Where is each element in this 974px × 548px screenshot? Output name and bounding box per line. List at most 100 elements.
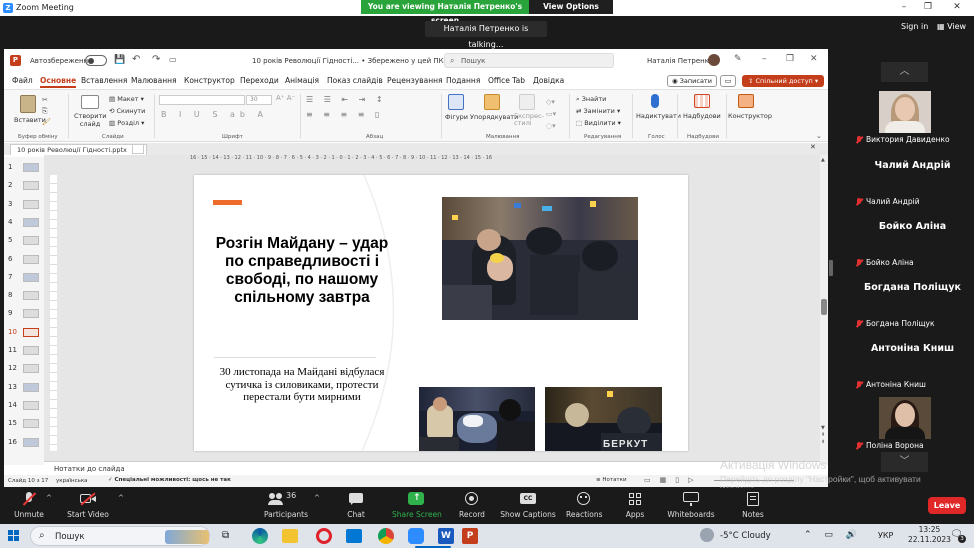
search-box[interactable]: ⌕ Пошук [444, 53, 614, 68]
new-slide-label[interactable]: Створити слайд [74, 112, 107, 128]
close-icon[interactable]: ✕ [810, 54, 818, 64]
section-button[interactable]: ▥ Розділ ▾ [109, 119, 144, 127]
participant-tile[interactable]: Чалий Андрій Чалий Андрій [851, 150, 974, 208]
slide-thumbnail[interactable]: 4 [6, 216, 42, 230]
zoom-taskbar-icon[interactable] [408, 528, 424, 544]
maximize-icon[interactable]: ❐ [921, 2, 935, 14]
user-avatar[interactable] [708, 54, 720, 66]
system-tray-icons[interactable]: ⌃ ▭ 🔊 [804, 530, 862, 540]
view-mode-icons[interactable]: ▭▦▯▷ [644, 476, 702, 484]
tab-office-tab[interactable]: Office Tab [488, 76, 525, 85]
designer-icon[interactable] [738, 94, 754, 108]
whiteboards-button[interactable]: Whiteboards [666, 490, 716, 519]
arrange-label[interactable]: Упорядкувати [470, 113, 518, 121]
document-tab[interactable]: 10 років Революції Гідності.pptx ✕ [10, 144, 148, 155]
grow-font-icon[interactable]: A⁺ A⁻ [276, 94, 295, 102]
participant-tile[interactable]: Виктория Давиденко [851, 88, 974, 146]
slide-thumbnail[interactable]: 3 [6, 198, 42, 212]
slide-photo-riot-police[interactable] [419, 387, 535, 451]
tab-help[interactable]: Довідка [533, 76, 564, 85]
windows-start-icon[interactable] [8, 530, 20, 542]
slide-thumbnail[interactable]: 7 [6, 271, 42, 285]
input-language[interactable]: УКР [878, 531, 893, 540]
slide-thumbnail[interactable]: 8 [6, 289, 42, 303]
shape-format-icons[interactable]: ◇▾ ▭▾ ◌▾ [546, 96, 556, 132]
maximize-icon[interactable]: ❐ [786, 54, 794, 64]
panel-resize-handle[interactable] [829, 260, 833, 276]
slideshow-icon[interactable]: ▭ [169, 55, 177, 64]
apps-button[interactable]: Apps [620, 490, 650, 519]
designer-label[interactable]: Конструктор [728, 112, 772, 120]
reset-button[interactable]: ⟲ Скинути [109, 107, 145, 115]
slide-thumbnail[interactable]: 6 [6, 253, 42, 267]
taskbar-search[interactable]: ⌕ Пошук [30, 526, 210, 546]
arrange-icon[interactable] [484, 94, 500, 110]
clock[interactable]: 13:25 22.11.2023 [908, 525, 951, 545]
slide-title[interactable]: Розгін Майдану – удар по справедливості … [214, 235, 390, 307]
accessibility-status[interactable]: ✓ Спеціальні можливості: щось не так [108, 477, 231, 483]
tab-file[interactable]: Файл [12, 76, 33, 85]
tab-slideshow[interactable]: Показ слайдів [327, 76, 383, 85]
share-screen-button[interactable]: ↑ Share Screen [392, 490, 442, 519]
participant-tile[interactable]: Антоніна Книш Антоніна Книш [851, 333, 974, 391]
video-options-chevron-icon[interactable]: ^ [118, 494, 124, 502]
notes-button[interactable]: Notes [738, 490, 768, 519]
notes-pane[interactable]: Нотатки до слайда [44, 461, 820, 475]
slide-thumbnail[interactable]: 12 [6, 362, 42, 376]
record-button[interactable]: ◉ Записати [667, 75, 717, 87]
microphone-icon[interactable] [651, 94, 659, 108]
slide-thumbnail[interactable]: 1 [6, 161, 42, 175]
scrollbar-thumb[interactable] [821, 299, 827, 315]
file-explorer-icon[interactable] [282, 529, 298, 543]
mail-icon[interactable] [346, 529, 362, 543]
slide-photo-police-clash[interactable] [442, 197, 638, 320]
task-view-icon[interactable]: ⧉ [222, 530, 229, 541]
scroll-up-icon[interactable]: ▲ [821, 157, 825, 163]
close-icon[interactable]: ✕ [950, 2, 964, 14]
quick-styles-icon[interactable] [519, 94, 535, 110]
reactions-button[interactable]: Reactions [566, 490, 602, 519]
pen-icon[interactable]: ✎ [734, 54, 742, 64]
find-button[interactable]: ⌕ Знайти [576, 95, 606, 104]
shapes-icon[interactable] [448, 94, 464, 110]
minimize-icon[interactable]: – [897, 2, 911, 14]
replace-button[interactable]: ⇄ Замінити ▾ [576, 107, 620, 115]
word-icon[interactable]: W [438, 528, 454, 544]
list-icons[interactable]: ☰ ☰ ⇤ ⇥ ↕ [306, 95, 387, 104]
slide-thumbnail[interactable]: 5 [6, 234, 42, 248]
edge-icon[interactable] [252, 528, 268, 544]
copy-icon[interactable]: ⎘ [42, 107, 48, 116]
start-video-button[interactable]: Start Video [66, 490, 110, 519]
slide-subtitle[interactable]: 30 листопада на Майдані відбулася сутичк… [216, 366, 388, 404]
notes-toggle[interactable]: ≡ Нотатки [596, 477, 627, 483]
slide-thumbnail[interactable]: 10 [6, 326, 42, 340]
participants-options-chevron-icon[interactable]: ^ [314, 494, 320, 502]
tab-draw[interactable]: Малювання [131, 76, 177, 85]
opera-icon[interactable] [316, 528, 332, 544]
tab-design[interactable]: Конструктор [184, 76, 235, 85]
scroll-down-icons[interactable]: ▼ ⇞ ⇟ [821, 425, 825, 446]
close-document-icon[interactable]: ✕ [810, 143, 816, 151]
shapes-label[interactable]: Фігури [445, 113, 468, 121]
record-meeting-button[interactable]: Record [456, 490, 488, 519]
participant-tile[interactable]: Богдана Поліщук Богдана Поліщук [851, 272, 974, 330]
align-icons[interactable]: ≡ ≡ ≡ ≡ ▯ [306, 110, 383, 119]
slide-thumbnail[interactable]: 11 [6, 344, 42, 358]
font-size-select[interactable]: 30 [246, 95, 272, 105]
chat-button[interactable]: Chat [341, 490, 371, 519]
addins-label[interactable]: Надбудови [683, 112, 721, 120]
show-captions-button[interactable]: CC Show Captions [500, 490, 556, 519]
undo-icon[interactable]: ↶ [132, 54, 140, 65]
powerpoint-taskbar-icon[interactable]: P [462, 528, 478, 544]
font-format-icons[interactable]: B I U S ab A [161, 110, 268, 119]
autosave-toggle[interactable] [85, 55, 107, 66]
participant-tile[interactable]: Поліна Ворона [851, 394, 974, 452]
slide-thumbnail[interactable]: 15 [6, 417, 42, 431]
tab-transitions[interactable]: Переходи [240, 76, 279, 85]
slide-thumbnail[interactable]: 16 [6, 436, 42, 450]
save-icon[interactable]: 💾 [114, 55, 125, 65]
unmute-button[interactable]: Unmute [14, 490, 44, 519]
slide-thumbnail[interactable]: 2 [6, 179, 42, 193]
tab-review[interactable]: Рецензування [387, 76, 443, 85]
participants-button[interactable]: 36 Participants [262, 490, 310, 519]
